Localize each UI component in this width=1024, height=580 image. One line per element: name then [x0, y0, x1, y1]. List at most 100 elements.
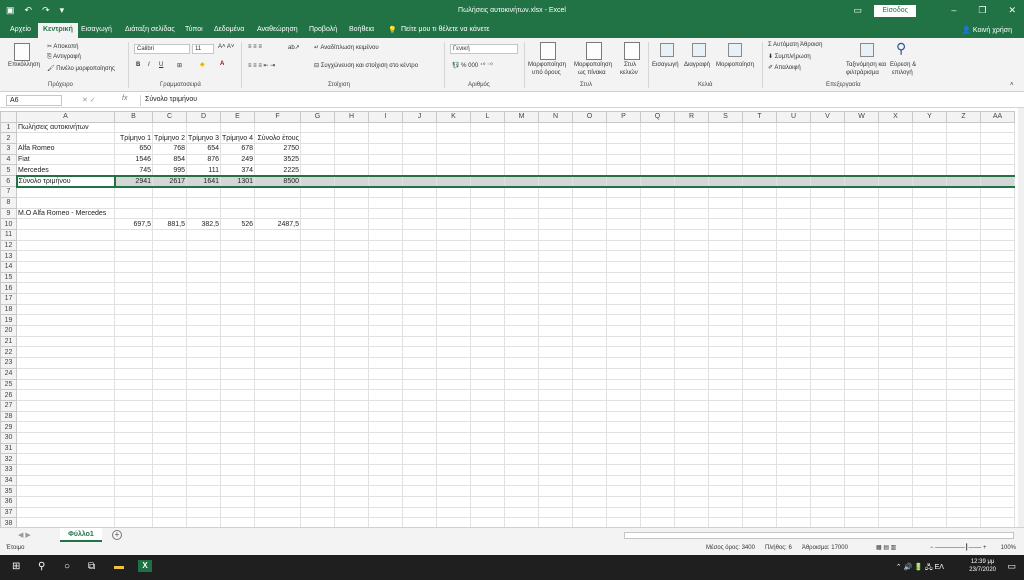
cell[interactable]	[810, 367, 845, 380]
cell[interactable]	[980, 399, 1015, 412]
cell[interactable]	[368, 325, 403, 337]
cell[interactable]	[606, 431, 641, 444]
cell[interactable]	[152, 346, 187, 359]
cell[interactable]	[152, 121, 187, 134]
cell[interactable]	[878, 121, 913, 134]
cell[interactable]	[368, 132, 403, 145]
cell[interactable]	[436, 335, 471, 348]
cell[interactable]	[114, 399, 153, 412]
cell[interactable]	[114, 410, 153, 423]
cell[interactable]: 2750	[254, 143, 301, 155]
cell[interactable]	[606, 207, 641, 220]
cell[interactable]	[368, 431, 403, 444]
cell[interactable]	[538, 357, 573, 369]
cell[interactable]	[254, 282, 301, 294]
cell[interactable]	[640, 325, 675, 337]
tab-insert[interactable]: Εισαγωγή	[81, 26, 112, 33]
cell[interactable]	[878, 389, 913, 401]
cell[interactable]	[776, 174, 811, 188]
cell[interactable]	[640, 164, 675, 177]
cell[interactable]	[606, 474, 641, 487]
cell[interactable]	[742, 389, 777, 401]
cell[interactable]	[186, 431, 221, 444]
cell[interactable]	[674, 132, 709, 145]
cell[interactable]	[470, 228, 505, 241]
cell[interactable]	[152, 271, 187, 284]
cell[interactable]	[470, 325, 505, 337]
cell[interactable]	[572, 153, 607, 166]
cell[interactable]	[708, 132, 743, 145]
cell[interactable]	[114, 282, 153, 294]
cell[interactable]	[186, 517, 221, 527]
cell[interactable]	[946, 239, 981, 252]
cell[interactable]	[674, 314, 709, 327]
task-view-icon[interactable]: ⧉	[88, 561, 95, 572]
cell[interactable]	[436, 357, 471, 369]
cell[interactable]	[436, 421, 471, 433]
cell[interactable]	[402, 389, 437, 401]
row-header[interactable]: 15	[0, 271, 17, 284]
cell[interactable]	[810, 293, 845, 305]
cell[interactable]	[254, 421, 301, 433]
cell[interactable]	[114, 378, 153, 391]
cell[interactable]	[16, 357, 115, 369]
cell[interactable]	[980, 410, 1015, 423]
font-color-icon[interactable]: A	[220, 61, 224, 67]
cell[interactable]	[640, 442, 675, 455]
cell[interactable]: 2225	[254, 164, 301, 177]
cell[interactable]	[402, 174, 437, 188]
cell[interactable]	[810, 250, 845, 262]
format-cells-label[interactable]: Μορφοποίηση	[716, 62, 754, 68]
cell[interactable]	[606, 271, 641, 284]
cell[interactable]	[538, 143, 573, 155]
cell[interactable]	[300, 506, 335, 519]
cell[interactable]	[980, 453, 1015, 465]
cell[interactable]	[776, 453, 811, 465]
cell[interactable]	[810, 496, 845, 508]
minimize-icon[interactable]: –	[951, 5, 956, 16]
cell[interactable]	[220, 196, 255, 209]
cell[interactable]	[300, 174, 335, 188]
cell[interactable]	[674, 464, 709, 476]
cell[interactable]	[640, 496, 675, 508]
cell[interactable]	[114, 303, 153, 316]
cell[interactable]	[674, 335, 709, 348]
cell[interactable]	[980, 367, 1015, 380]
cell[interactable]	[640, 399, 675, 412]
cell[interactable]	[640, 517, 675, 527]
cell[interactable]	[220, 228, 255, 241]
cell[interactable]	[436, 250, 471, 262]
cell[interactable]: 678	[220, 143, 255, 155]
cell[interactable]	[368, 303, 403, 316]
cell[interactable]	[538, 260, 573, 273]
cell[interactable]	[878, 282, 913, 294]
cell[interactable]	[470, 485, 505, 498]
cell[interactable]	[878, 410, 913, 423]
cell[interactable]	[674, 228, 709, 241]
cell[interactable]	[980, 474, 1015, 487]
cell[interactable]	[810, 325, 845, 337]
cell[interactable]	[436, 431, 471, 444]
cell[interactable]	[436, 485, 471, 498]
cell[interactable]	[912, 260, 947, 273]
cell[interactable]	[470, 153, 505, 166]
cell[interactable]	[504, 218, 539, 230]
cell[interactable]	[708, 314, 743, 327]
tab-view[interactable]: Προβολή	[309, 26, 337, 33]
cell[interactable]	[946, 282, 981, 294]
cell[interactable]	[946, 474, 981, 487]
column-header[interactable]: AA	[980, 111, 1015, 123]
row-header[interactable]: 29	[0, 421, 17, 433]
copy-button[interactable]: ⎘ Αντιγραφή	[47, 54, 81, 61]
cell[interactable]	[980, 517, 1015, 527]
cell[interactable]	[300, 335, 335, 348]
row-header[interactable]: 35	[0, 485, 17, 498]
cell[interactable]	[504, 186, 539, 198]
cell[interactable]	[152, 293, 187, 305]
row-header[interactable]: 37	[0, 506, 17, 519]
cell[interactable]	[470, 132, 505, 145]
font-size-select[interactable]: 11	[192, 44, 214, 54]
format-cells-icon[interactable]	[728, 43, 742, 57]
cell[interactable]	[186, 506, 221, 519]
cell[interactable]	[16, 442, 115, 455]
